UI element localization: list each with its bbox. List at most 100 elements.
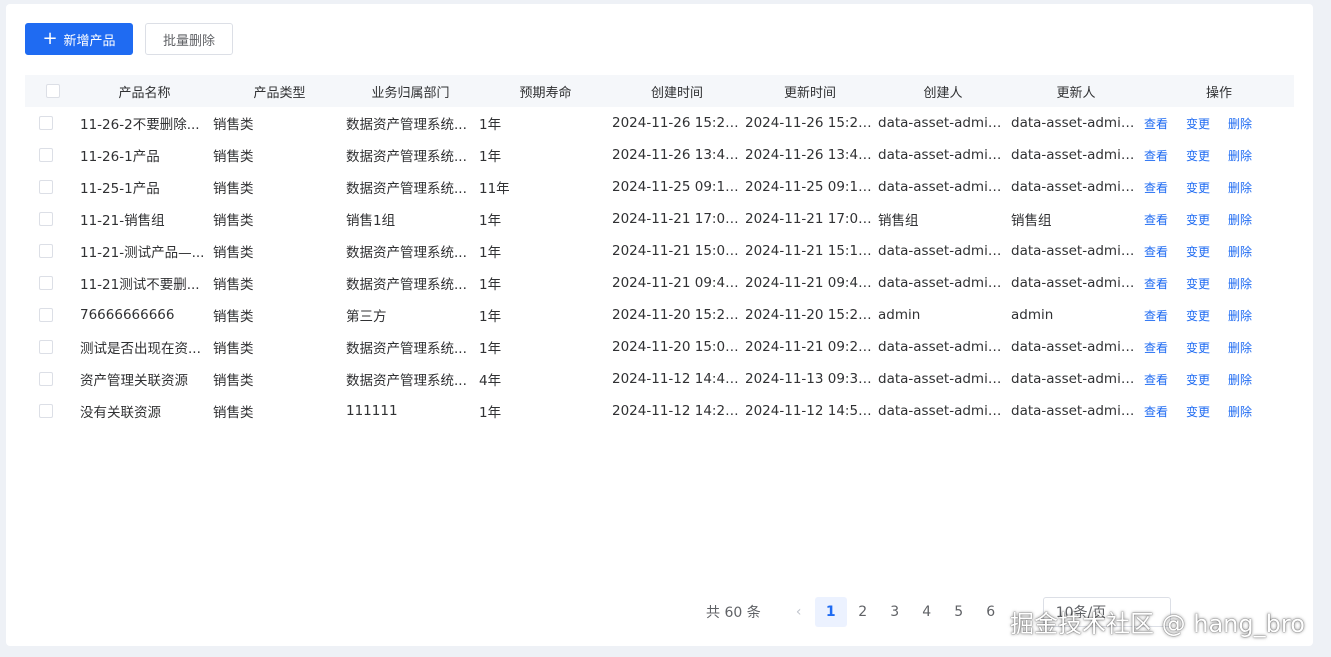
page-6[interactable]: 6 [975,597,1007,627]
col-header-type[interactable]: 产品类型 [213,82,346,101]
view-button[interactable]: 查看 [1144,339,1186,356]
row-checkbox[interactable] [39,116,53,130]
row-checkbox[interactable] [39,372,53,386]
watermark: 掘金技术社区 @ hang_bro [1010,610,1305,638]
row-checkbox[interactable] [39,148,53,162]
cell-updater: 销售组 [1011,213,1052,229]
row-checkbox-cell [25,212,80,226]
select-all-checkbox[interactable] [46,84,60,98]
cell-dept: 第三方 [346,309,387,325]
cell-updater: data-asset-admin... [1011,275,1143,291]
view-button[interactable]: 查看 [1144,243,1186,260]
row-actions: 查看 变更 删除 [1144,115,1294,132]
cell-updater: admin [1011,307,1054,323]
cell-updater: data-asset-admin... [1011,179,1143,195]
delete-button[interactable]: 删除 [1228,339,1270,356]
cell-dept: 数据资产管理系统... [346,373,467,389]
col-header-updated[interactable]: 更新时间 [745,82,878,101]
table-row: 测试是否出现在资... 销售类 数据资产管理系统... 1年 2024-11-20 15… [25,331,1294,363]
cell-updated: 2024-11-21 17:05... [745,211,878,227]
page-4[interactable]: 4 [911,597,943,627]
view-button[interactable]: 查看 [1144,115,1186,132]
row-checkbox[interactable] [39,340,53,354]
cell-dept: 数据资产管理系统... [346,341,467,357]
change-button[interactable]: 变更 [1186,403,1228,420]
delete-button[interactable]: 删除 [1228,403,1270,420]
cell-creator: data-asset-admin... [878,403,1010,419]
row-checkbox[interactable] [39,404,53,418]
change-button[interactable]: 变更 [1186,115,1228,132]
cell-created: 2024-11-12 14:44... [612,371,745,387]
cell-creator: data-asset-admin... [878,371,1010,387]
col-header-created[interactable]: 创建时间 [612,82,745,101]
change-button[interactable]: 变更 [1186,179,1228,196]
delete-button[interactable]: 删除 [1228,275,1270,292]
batch-delete-button[interactable]: 批量删除 [145,23,233,55]
cell-updater: data-asset-admin... [1011,147,1143,163]
row-checkbox-cell [25,180,80,194]
row-checkbox-cell [25,372,80,386]
page-1[interactable]: 1 [814,597,847,627]
row-checkbox[interactable] [39,276,53,290]
col-header-dept[interactable]: 业务归属部门 [346,82,479,101]
change-button[interactable]: 变更 [1186,371,1228,388]
delete-button[interactable]: 删除 [1228,307,1270,324]
col-header-life[interactable]: 预期寿命 [479,82,612,101]
cell-life: 1年 [479,309,502,325]
row-checkbox[interactable] [39,308,53,322]
delete-button[interactable]: 删除 [1228,115,1270,132]
cell-type: 销售类 [213,309,254,325]
cell-life: 1年 [479,341,502,357]
delete-button[interactable]: 删除 [1228,211,1270,228]
view-button[interactable]: 查看 [1144,403,1186,420]
col-header-name[interactable]: 产品名称 [80,82,213,101]
content-card: + 新增产品 批量删除 产品名称 产品类型 业务归属部门 预期寿命 创建时间 更… [6,4,1313,646]
table-row: 11-26-2不要删除... 销售类 数据资产管理系统... 1年 2024-11-26… [25,107,1294,139]
cell-type: 销售类 [213,277,254,293]
row-actions: 查看 变更 删除 [1144,147,1294,164]
row-checkbox[interactable] [39,244,53,258]
change-button[interactable]: 变更 [1186,211,1228,228]
table-row: 11-21-销售组 销售类 销售1组 1年 2024-11-21 17:05... 202… [25,203,1294,235]
view-button[interactable]: 查看 [1144,371,1186,388]
table-row: 11-25-1产品 销售类 数据资产管理系统... 11年 2024-11-25 09:… [25,171,1294,203]
row-checkbox-cell [25,148,80,162]
cell-name: 76666666666 [80,307,175,323]
change-button[interactable]: 变更 [1186,243,1228,260]
row-actions: 查看 变更 删除 [1144,339,1294,356]
view-button[interactable]: 查看 [1144,307,1186,324]
total-count: 共 60 条 [706,605,761,621]
change-button[interactable]: 变更 [1186,339,1228,356]
change-button[interactable]: 变更 [1186,307,1228,324]
col-header-creator[interactable]: 创建人 [878,82,1011,101]
change-button[interactable]: 变更 [1186,275,1228,292]
row-checkbox[interactable] [39,180,53,194]
col-header-actions: 操作 [1205,85,1232,101]
page-5[interactable]: 5 [943,597,975,627]
delete-button[interactable]: 删除 [1228,179,1270,196]
cell-dept: 数据资产管理系统... [346,117,467,133]
col-header-updater[interactable]: 更新人 [1011,82,1144,101]
page-2[interactable]: 2 [847,597,879,627]
view-button[interactable]: 查看 [1144,211,1186,228]
chevron-left-icon[interactable]: ‹ [783,604,815,620]
view-button[interactable]: 查看 [1144,147,1186,164]
cell-created: 2024-11-12 14:23... [612,403,745,419]
delete-button[interactable]: 删除 [1228,371,1270,388]
cell-creator: admin [878,307,921,323]
row-actions: 查看 变更 删除 [1144,307,1294,324]
table-row: 资产管理关联资源 销售类 数据资产管理系统... 4年 2024-11-12 14:44… [25,363,1294,395]
cell-creator: 销售组 [878,213,919,229]
cell-updated: 2024-11-25 09:17... [745,179,878,195]
add-product-button[interactable]: + 新增产品 [25,23,133,55]
header-checkbox-cell [25,84,80,98]
view-button[interactable]: 查看 [1144,179,1186,196]
delete-button[interactable]: 删除 [1228,243,1270,260]
delete-button[interactable]: 删除 [1228,147,1270,164]
change-button[interactable]: 变更 [1186,147,1228,164]
row-checkbox[interactable] [39,212,53,226]
cell-life: 4年 [479,373,502,389]
page-3[interactable]: 3 [879,597,911,627]
view-button[interactable]: 查看 [1144,275,1186,292]
plus-icon: + [42,28,58,49]
